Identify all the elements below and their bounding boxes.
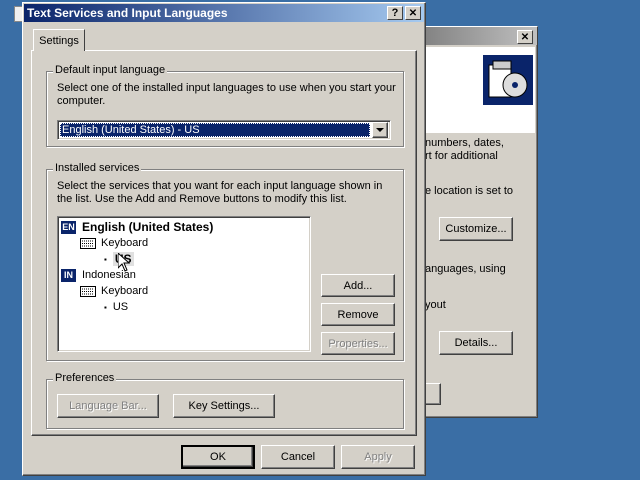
cancel-button[interactable]: Cancel xyxy=(261,445,335,469)
services-tree[interactable]: EN English (United States) Keyboard ▪ US xyxy=(57,216,311,352)
dropdown-arrow-button[interactable] xyxy=(372,122,388,138)
properties-button[interactable]: Properties... xyxy=(321,332,395,355)
close-icon: ✕ xyxy=(520,31,530,43)
default-language-group: Default input language Select one of the… xyxy=(46,64,404,147)
cancel-label: Cancel xyxy=(280,451,316,463)
background-dialog: ✕ numbers, dates, rt for additional e lo… xyxy=(418,26,538,418)
default-language-description: Select one of the installed input langua… xyxy=(57,82,396,107)
tree-keyboard-in[interactable]: Keyboard xyxy=(80,283,148,299)
installed-services-group: Installed services Select the services t… xyxy=(46,162,404,361)
tree-category-label: Keyboard xyxy=(101,285,149,297)
tree-keyboard-en[interactable]: Keyboard xyxy=(80,235,148,251)
bg-text-4: anguages, using xyxy=(425,263,506,275)
background-close-button[interactable]: ✕ xyxy=(517,30,533,44)
bullet-icon: ▪ xyxy=(104,254,107,264)
remove-button[interactable]: Remove xyxy=(321,303,395,326)
apply-button[interactable]: Apply xyxy=(341,445,415,469)
ok-button[interactable]: OK xyxy=(181,445,255,469)
preferences-group: Preferences Language Bar... Key Settings… xyxy=(46,372,404,429)
details-button[interactable]: Details... xyxy=(439,331,513,355)
default-language-dropdown[interactable]: English (United States) - US xyxy=(57,120,391,140)
apply-label: Apply xyxy=(364,451,392,463)
details-label: Details... xyxy=(454,337,498,349)
properties-label: Properties... xyxy=(328,337,388,350)
tab-settings[interactable]: Settings xyxy=(33,29,85,51)
bg-text-1: numbers, dates, xyxy=(425,137,504,149)
tab-settings-label: Settings xyxy=(39,34,79,47)
bg-text-3: e location is set to xyxy=(425,185,514,197)
cd-box-icon xyxy=(483,55,533,105)
default-language-selected: English (United States) - US xyxy=(60,123,370,137)
main-dialog: Text Services and Input Languages ? ✕ Se… xyxy=(22,2,426,476)
bullet-icon: ▪ xyxy=(104,302,107,312)
bg-text-5: yout xyxy=(425,299,446,311)
window-title: Text Services and Input Languages xyxy=(27,6,228,20)
customize-button[interactable]: Customize... xyxy=(439,217,513,241)
close-icon: ✕ xyxy=(408,7,418,19)
tree-layout-in[interactable]: ▪ US xyxy=(104,299,128,315)
keyboard-icon xyxy=(80,285,96,297)
key-settings-label: Key Settings... xyxy=(188,400,260,412)
remove-label: Remove xyxy=(337,308,379,321)
main-dialog-titlebar[interactable]: Text Services and Input Languages xyxy=(24,4,424,22)
language-badge-in: IN xyxy=(61,268,76,282)
default-language-group-title: Default input language xyxy=(53,64,168,76)
tree-category-label: Keyboard xyxy=(101,237,149,249)
language-bar-button[interactable]: Language Bar... xyxy=(57,394,159,418)
tab-panel: Default input language Select one of the… xyxy=(31,50,417,436)
tree-layout-label: US xyxy=(112,301,129,313)
language-badge-en: EN xyxy=(61,220,76,234)
help-icon: ? xyxy=(391,7,399,19)
installed-services-group-title: Installed services xyxy=(53,162,142,174)
key-settings-button[interactable]: Key Settings... xyxy=(173,394,275,418)
tree-language-en[interactable]: EN English (United States) xyxy=(61,219,213,235)
default-language-value: English (United States) - US xyxy=(62,124,200,136)
help-button[interactable]: ? xyxy=(387,6,403,20)
add-label: Add... xyxy=(343,279,373,292)
language-bar-label: Language Bar... xyxy=(69,400,147,412)
keyboard-icon xyxy=(80,237,96,249)
customize-label: Customize... xyxy=(445,223,507,235)
add-button[interactable]: Add... xyxy=(321,274,395,297)
close-button[interactable]: ✕ xyxy=(405,6,421,20)
ok-label: OK xyxy=(210,451,226,463)
preferences-group-title: Preferences xyxy=(53,372,117,384)
installed-services-description: Select the services that you want for ea… xyxy=(57,180,383,205)
mouse-cursor-icon xyxy=(118,253,130,272)
tree-language-label: English (United States) xyxy=(82,220,214,234)
bg-text-2: rt for additional xyxy=(425,150,498,162)
chevron-down-icon xyxy=(376,127,384,132)
